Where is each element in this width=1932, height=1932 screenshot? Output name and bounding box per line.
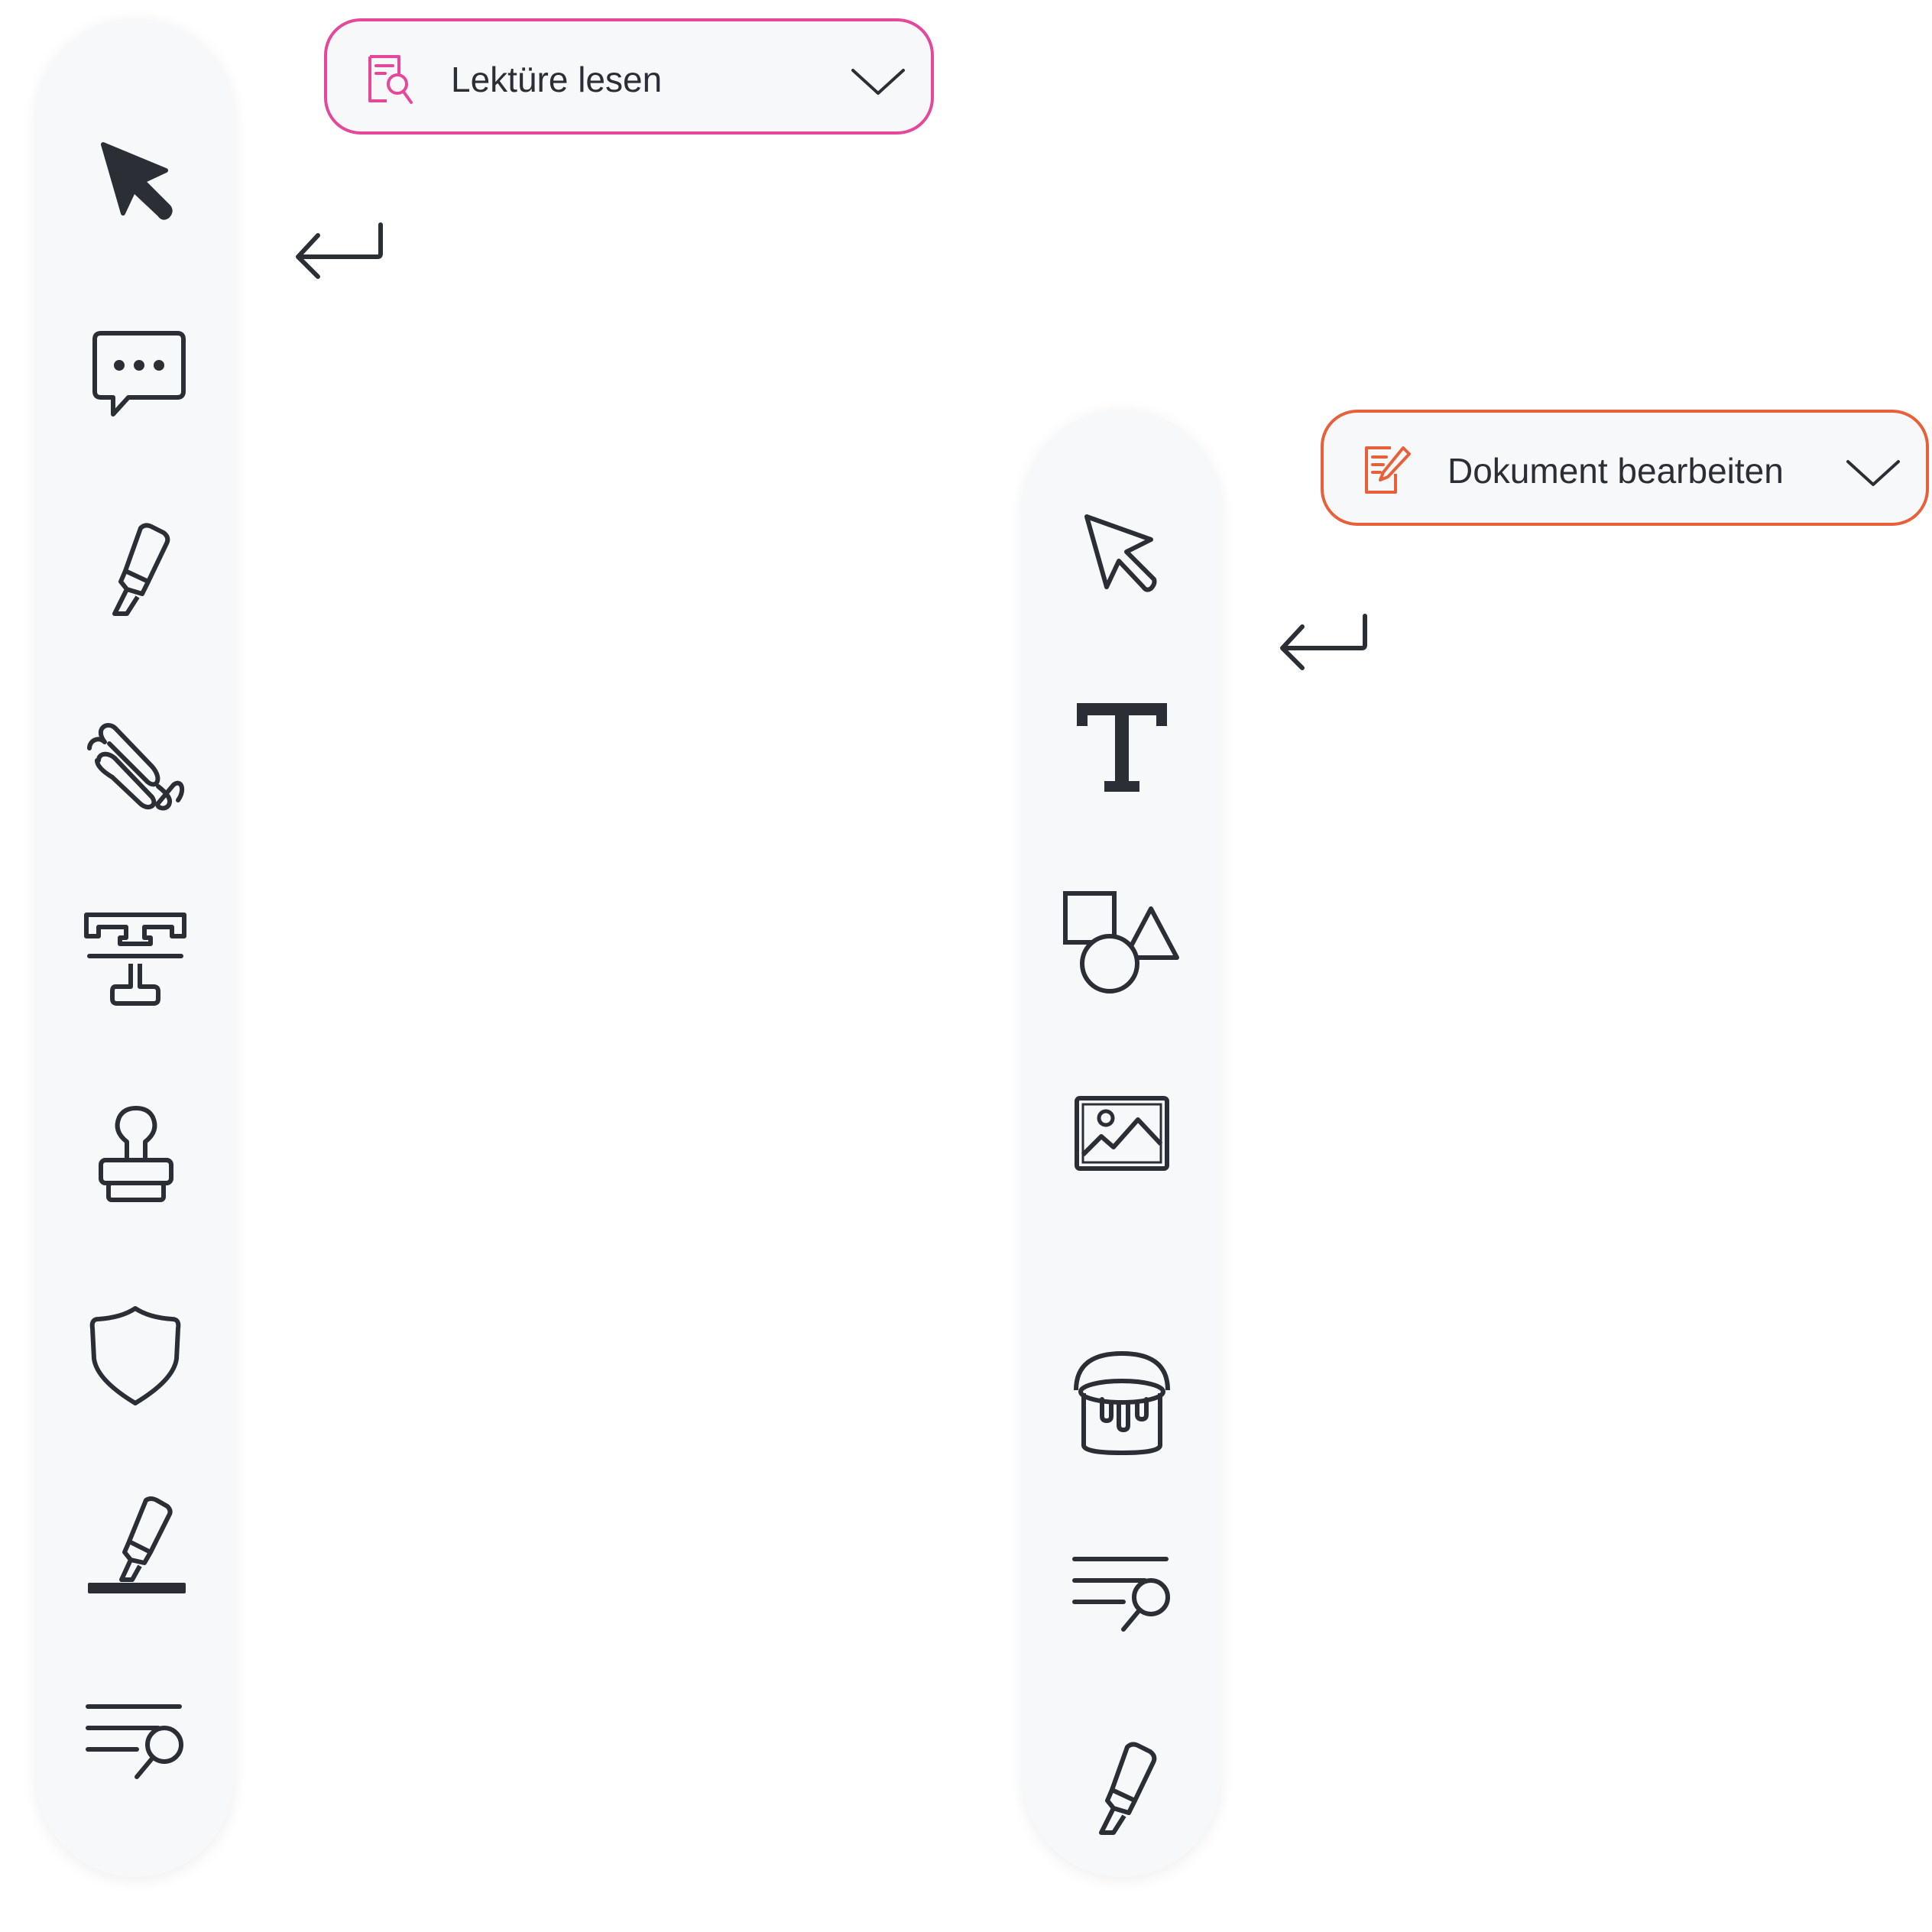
text-stamp-icon <box>84 913 186 1006</box>
image-tool-button[interactable] <box>1023 1075 1220 1197</box>
editing-toolbar <box>1023 410 1220 1877</box>
search-tool-button[interactable] <box>37 1681 234 1803</box>
mode-selector-read[interactable]: Lektüre lesen <box>324 18 934 135</box>
stamp-icon <box>99 1106 173 1202</box>
paint-bucket-icon <box>1074 1350 1170 1456</box>
mode-selector-label: Dokument bearbeiten <box>1447 451 1784 491</box>
document-search-icon <box>368 55 413 104</box>
mode-selector-edit[interactable]: Dokument bearbeiten <box>1321 410 1929 526</box>
redaction-tool-button[interactable] <box>37 1295 234 1417</box>
underline-highlight-tool-button[interactable] <box>37 1490 234 1612</box>
text-search-icon <box>1072 1557 1170 1632</box>
highlighter-icon <box>1099 1742 1157 1835</box>
enter-arrow-icon <box>296 222 383 279</box>
highlighter-icon <box>112 523 170 616</box>
search-tool-button[interactable] <box>1023 1533 1220 1655</box>
cursor-filled-icon <box>101 142 173 220</box>
mode-selector-label: Lektüre lesen <box>451 60 663 99</box>
fill-tool-button[interactable] <box>1023 1340 1220 1463</box>
text-search-icon <box>86 1704 183 1779</box>
cursor-outline-icon <box>1084 514 1157 592</box>
document-edit-icon <box>1365 446 1411 494</box>
text-stamp-tool-button[interactable] <box>37 903 234 1025</box>
freehand-tool-button[interactable] <box>37 705 234 828</box>
text-tool-button[interactable] <box>1023 687 1220 809</box>
stamp-tool-button[interactable] <box>37 1096 234 1218</box>
image-icon <box>1075 1096 1169 1171</box>
text-icon <box>1077 703 1167 792</box>
enter-arrow-icon <box>1280 614 1367 670</box>
comment-icon <box>92 331 186 417</box>
reading-toolbar <box>37 18 234 1877</box>
select-tool-button[interactable] <box>1023 494 1220 616</box>
shield-icon <box>89 1306 181 1405</box>
highlight-tool-button[interactable] <box>1023 1728 1220 1850</box>
highlight-tool-button[interactable] <box>37 509 234 631</box>
select-tool-button[interactable] <box>37 122 234 244</box>
comment-tool-button[interactable] <box>37 313 234 435</box>
chevron-down-icon <box>1846 460 1900 486</box>
shapes-tool-button[interactable] <box>1023 880 1220 1002</box>
freehand-scribble-icon <box>87 723 185 811</box>
shapes-icon <box>1063 891 1179 994</box>
underline-highlighter-icon <box>88 1496 186 1593</box>
chevron-down-icon <box>851 69 905 95</box>
